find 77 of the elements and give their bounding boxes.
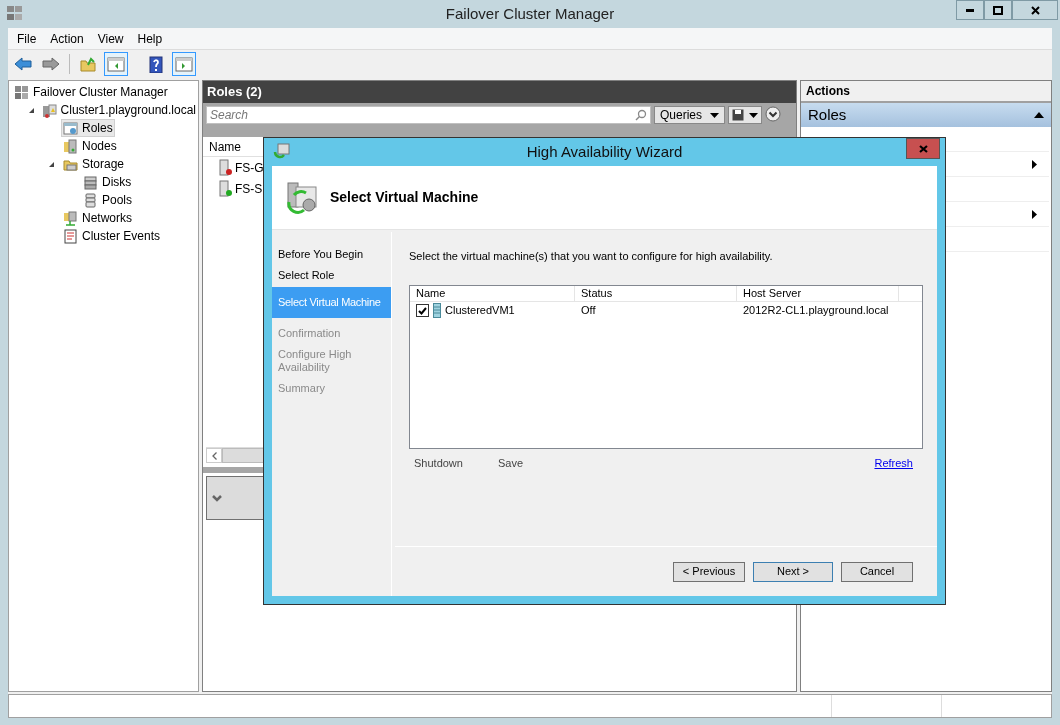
window-title: Failover Cluster Manager — [445, 3, 615, 24]
maximize-icon — [993, 5, 1003, 15]
tree-item[interactable]: Cluster Events — [61, 227, 163, 245]
close-icon — [918, 144, 928, 153]
maximize-button[interactable] — [984, 0, 1012, 20]
wizard-step[interactable]: Before You Begin — [272, 244, 391, 265]
dialog-button[interactable]: Next > — [753, 561, 833, 582]
checkbox[interactable] — [416, 304, 429, 317]
column-header[interactable]: Host Server — [737, 285, 899, 301]
dialog-title: High Availability Wizard — [526, 141, 683, 162]
dialog-button[interactable]: Cancel — [841, 561, 913, 582]
minimize-icon — [966, 8, 974, 12]
server-icon — [433, 303, 441, 318]
vm-name: ClusteredVM1 — [445, 303, 515, 319]
save-query-button[interactable] — [728, 106, 763, 124]
event-log-icon — [63, 228, 78, 244]
server-icon — [219, 159, 232, 176]
database-icon — [83, 192, 98, 208]
tree-item[interactable]: Networks — [61, 209, 134, 227]
instruction-text: Select the virtual machine(s) that you want to configure for high availability. — [409, 249, 774, 264]
back-arrow-icon — [14, 55, 32, 73]
expand-chevron-icon[interactable] — [765, 106, 782, 122]
minimize-button[interactable] — [956, 0, 984, 20]
tree-item[interactable]: Cluster1.playground.local — [39, 101, 198, 119]
vm-action-button[interactable]: Save — [497, 454, 523, 471]
refresh-link[interactable]: Refresh — [874, 454, 913, 471]
dropdown-arrow-icon — [710, 112, 720, 118]
menu-item[interactable]: Action — [44, 29, 90, 48]
server-icon — [63, 138, 78, 154]
search-icon — [635, 109, 647, 121]
cluster-icon — [14, 84, 29, 100]
queries-button[interactable]: Queries — [654, 106, 726, 124]
chevron-down-icon[interactable] — [212, 494, 222, 502]
section-title: Roles — [808, 104, 848, 125]
tree-item[interactable]: Failover Cluster Manager — [12, 83, 170, 101]
pane-icon — [107, 55, 125, 73]
left-chevron-icon — [211, 451, 217, 460]
close-icon — [1030, 5, 1040, 15]
menu-item[interactable]: Help — [131, 29, 169, 48]
column-header[interactable]: Status — [575, 285, 737, 301]
vm-action-button[interactable]: Shutdown — [414, 454, 463, 471]
cluster-icon — [41, 102, 57, 118]
server-icon — [219, 180, 232, 197]
page-heading: Select Virtual Machine — [330, 188, 479, 207]
cluster-icon — [6, 5, 24, 21]
network-icon — [63, 210, 78, 226]
folder-icon — [79, 55, 97, 73]
pane-icon — [175, 55, 193, 73]
menu-item[interactable]: File — [11, 29, 43, 48]
role-name[interactable]: FS-S — [235, 179, 263, 198]
search-field[interactable]: Search — [206, 106, 651, 124]
wizard-step[interactable]: Select Role — [272, 265, 391, 286]
host-cell-text: 2012R2-CL1.playground.local — [742, 303, 890, 319]
wizard-icon — [273, 143, 290, 159]
actions-header: Actions — [801, 81, 1051, 103]
tree-item[interactable]: Storage — [61, 155, 127, 173]
collapse-triangle-icon — [1034, 112, 1044, 118]
virtual-machine-icon — [286, 179, 320, 216]
dialog-button[interactable]: < Previous — [673, 561, 745, 582]
tree-item[interactable]: Roles — [61, 119, 115, 137]
status-cell-text: Off — [580, 303, 597, 319]
column-header[interactable]: Name — [410, 285, 575, 301]
dropdown-arrow-icon — [749, 112, 759, 118]
tree-item[interactable]: Nodes — [61, 137, 119, 155]
tree-item[interactable]: Pools — [81, 191, 135, 209]
window-icon — [63, 120, 78, 136]
pane-title: Roles (2) — [203, 81, 796, 103]
role-name[interactable]: FS-G — [235, 158, 264, 177]
forward-arrow-icon — [42, 55, 60, 73]
disk-icon — [83, 174, 98, 190]
close-button[interactable] — [1012, 0, 1058, 20]
menu-item[interactable]: View — [91, 29, 130, 48]
roles-section-header[interactable]: Roles — [801, 103, 1051, 127]
column-header[interactable]: Name — [203, 137, 247, 156]
scroll-left-button[interactable] — [206, 448, 222, 463]
tree-item[interactable]: Disks — [81, 173, 134, 191]
help-icon — [147, 55, 165, 73]
